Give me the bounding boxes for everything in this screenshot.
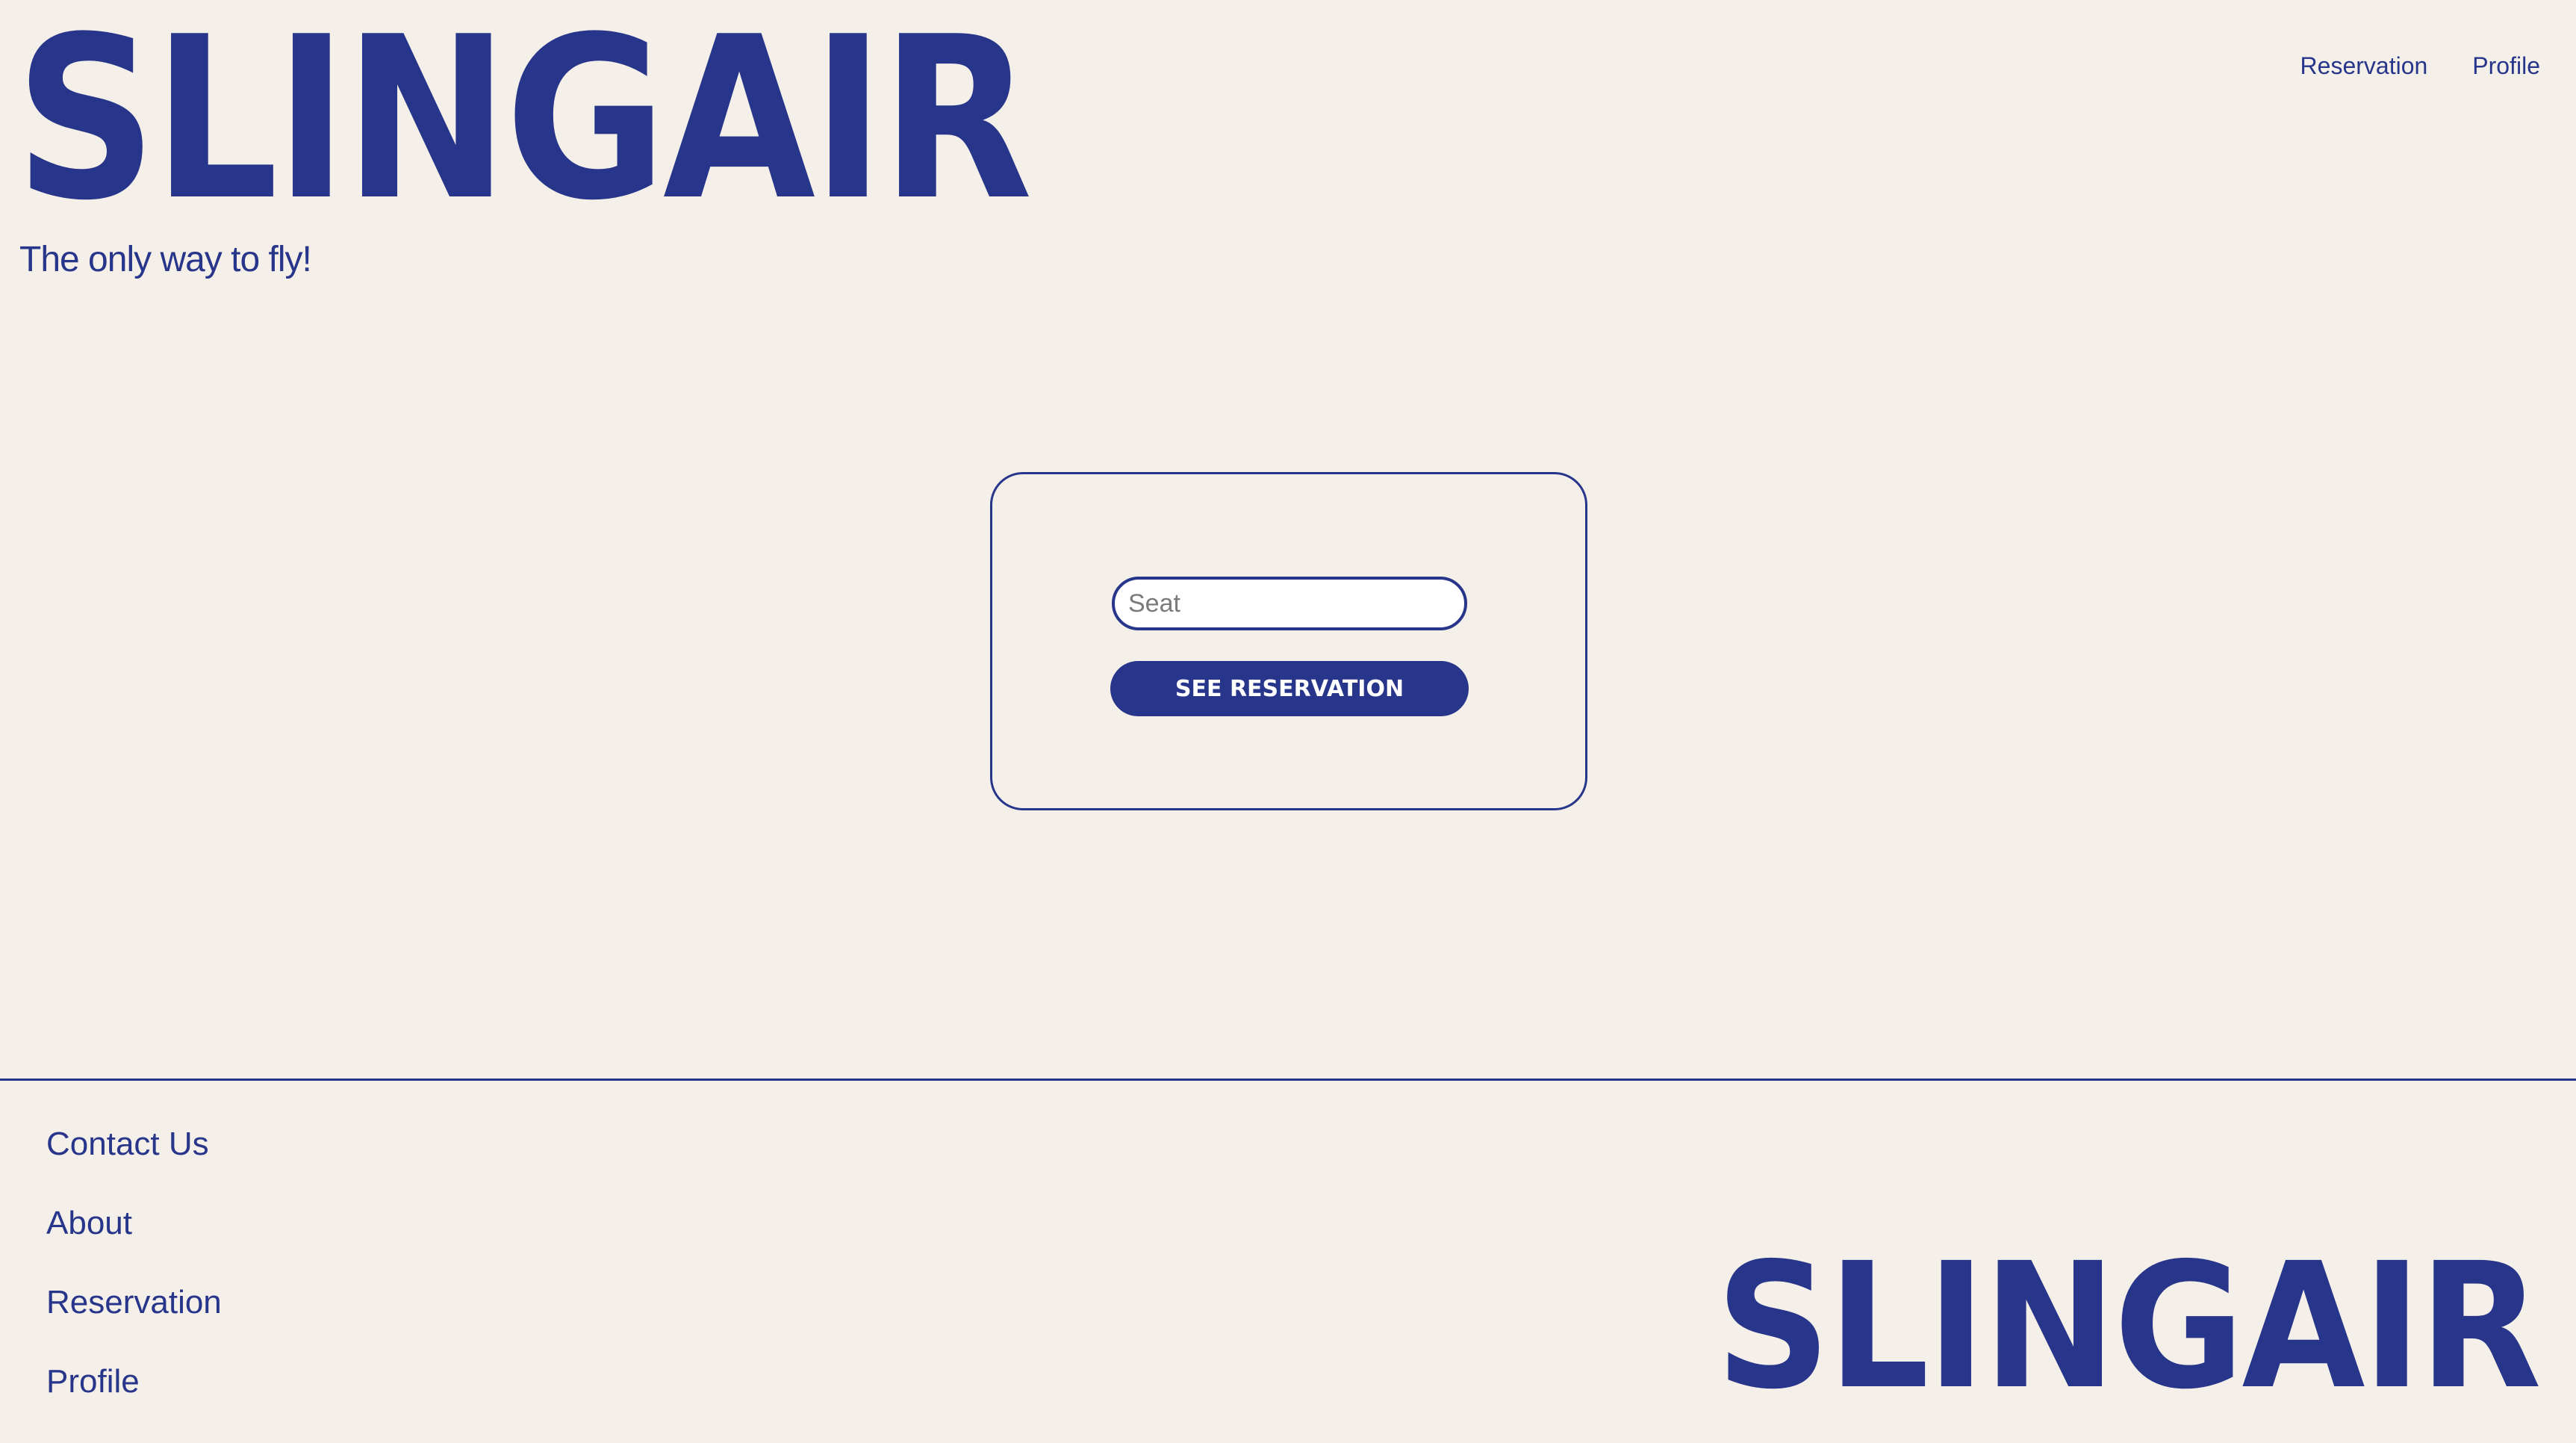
footer-link-contact-us[interactable]: Contact Us [46, 1120, 222, 1168]
nav-link-profile[interactable]: Profile [2472, 48, 2540, 84]
footer-link-profile[interactable]: Profile [46, 1358, 222, 1406]
reservation-card: SEE RESERVATION [990, 472, 1587, 810]
brand-logo[interactable]: SLINGAIR [15, 7, 1033, 232]
footer-link-about[interactable]: About [46, 1200, 222, 1247]
seat-input[interactable] [1112, 577, 1467, 630]
see-reservation-button[interactable]: SEE RESERVATION [1110, 661, 1469, 716]
footer-nav: Contact Us About Reservation Profile [46, 1120, 222, 1406]
footer-divider [0, 1079, 2576, 1081]
footer-link-reservation[interactable]: Reservation [46, 1279, 222, 1326]
brand-tagline: The only way to fly! [19, 240, 312, 279]
nav-link-reservation[interactable]: Reservation [2300, 48, 2428, 84]
footer-logo: SLINGAIR [1715, 1226, 2542, 1427]
page: SLINGAIR The only way to fly! Reservatio… [0, 0, 2576, 1443]
top-nav: Reservation Profile [2300, 48, 2540, 84]
